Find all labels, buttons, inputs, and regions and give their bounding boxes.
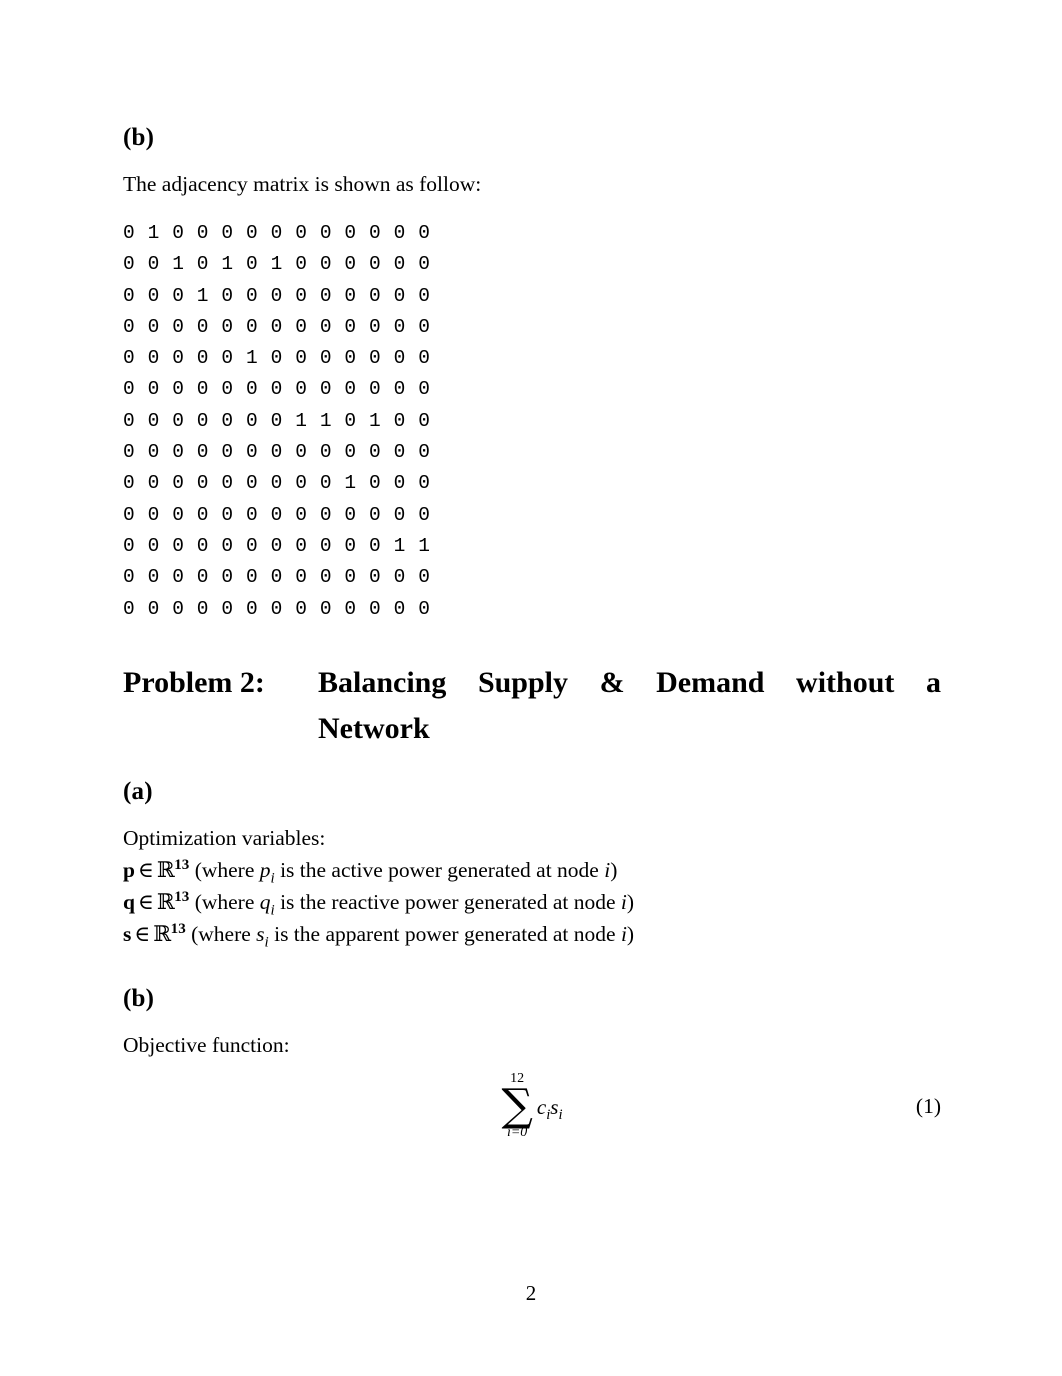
problem2-heading-line2: Network (318, 712, 430, 745)
section-label-a-variables: (a) (123, 778, 153, 805)
document-page: (b) The adjacency matrix is shown as fol… (0, 0, 1062, 1376)
where-open: (where (194, 890, 255, 914)
summand-term: cisi (536, 1091, 563, 1123)
where-open: (where (191, 922, 251, 946)
section-label-b-objective: (b) (123, 985, 155, 1012)
variable-definition-q: q ∈ ℝ13 (where qi is the reactive power ge… (123, 888, 635, 919)
table-row: 0 1 0 0 0 0 0 0 0 0 0 0 0 (123, 222, 431, 244)
where-close: ) (610, 858, 618, 882)
objective-function-intro-text: Objective function: (123, 1033, 290, 1057)
coefficient-symbol: c (536, 1095, 547, 1120)
heading-word: Supply (477, 666, 569, 699)
problem2-heading-tag: Problem 2: (123, 666, 265, 699)
table-row: 0 0 0 1 0 0 0 0 0 0 0 0 0 (123, 284, 431, 307)
table-row: 0 0 0 0 0 0 0 0 0 0 0 0 0 (123, 315, 431, 338)
real-space-symbol: ℝ (156, 858, 175, 883)
heading-word: without (796, 666, 895, 699)
apparent-power-subscript: i (558, 1107, 563, 1124)
table-row: 0 0 0 0 0 0 0 1 1 0 1 0 0 (123, 409, 431, 432)
page-number: 2 (525, 1281, 537, 1305)
variable-definition-p: p ∈ ℝ13 (where pi is the active power gene… (123, 856, 618, 887)
table-row: 0 0 0 0 0 0 0 0 0 0 0 0 0 (123, 566, 431, 589)
component-subscript: i (270, 902, 275, 919)
equation-number: (1) (915, 1094, 941, 1118)
summation-lower-limit: i=0 (506, 1124, 528, 1140)
component-subscript: i (270, 870, 275, 887)
variable-definition-s: s ∈ ℝ13 (where si is the apparent power ge… (123, 920, 635, 951)
heading-word: Demand (656, 666, 765, 699)
heading-word: & (599, 666, 625, 699)
summation-operator: 12 ∑ i=0 (501, 1072, 532, 1140)
objective-equation-block: 12 ∑ i=0 cisi (1) (123, 1072, 941, 1150)
variable-symbol-p: p (123, 858, 135, 882)
adjacency-matrix-intro-text: The adjacency matrix is shown as follow: (123, 172, 482, 196)
element-of-icon: ∈ (137, 890, 154, 915)
dimension-superscript: 13 (174, 856, 190, 873)
table-row: 0 0 0 0 0 0 0 0 0 0 0 0 0 (123, 378, 431, 401)
summation-expression: 12 ∑ i=0 cisi (501, 1072, 562, 1140)
variable-description: is the apparent power generated at node (274, 922, 616, 946)
dimension-superscript: 13 (174, 888, 190, 905)
where-close: ) (626, 890, 635, 914)
variable-symbol-q: q (123, 890, 135, 914)
table-row: 0 0 0 0 0 0 0 0 0 0 0 0 0 (123, 441, 431, 464)
element-of-icon: ∈ (134, 922, 151, 947)
real-space-symbol: ℝ (153, 922, 171, 947)
table-row: 0 0 0 0 0 0 0 0 0 0 0 0 0 (123, 597, 431, 620)
equation-content: 12 ∑ i=0 cisi (123, 1072, 941, 1140)
section-label-b-matrix: (b) (123, 124, 155, 151)
table-row: 0 0 0 0 0 0 0 0 0 0 0 1 1 (123, 534, 431, 557)
problem2-heading: Problem 2: Balancing Supply & Demand wit… (123, 660, 941, 752)
heading-word: a (925, 666, 941, 699)
where-close: ) (626, 922, 635, 946)
heading-word: Balancing (318, 666, 447, 699)
where-open: (where (194, 858, 255, 882)
component-symbol: s (256, 922, 265, 946)
dimension-superscript: 13 (170, 920, 186, 937)
optimization-variables-intro-text: Optimization variables: (123, 826, 326, 850)
component-symbol: p (259, 858, 271, 882)
variable-description: is the reactive power generated at node (280, 890, 616, 914)
table-row: 0 0 0 0 0 1 0 0 0 0 0 0 0 (123, 347, 431, 370)
adjacency-matrix: 0 1 0 0 0 0 0 0 0 0 0 0 0 0 0 1 0 1 0 1 … (123, 218, 431, 625)
element-of-icon: ∈ (137, 858, 154, 883)
component-symbol: q (259, 890, 271, 914)
real-space-symbol: ℝ (156, 890, 175, 915)
table-row: 0 0 1 0 1 0 1 0 0 0 0 0 0 (123, 253, 431, 276)
sigma-icon: ∑ (501, 1080, 533, 1131)
component-subscript: i (264, 934, 269, 951)
table-row: 0 0 0 0 0 0 0 0 0 1 0 0 0 (123, 472, 431, 495)
table-row: 0 0 0 0 0 0 0 0 0 0 0 0 0 (123, 503, 431, 526)
variable-description: is the active power generated at node (280, 858, 599, 882)
